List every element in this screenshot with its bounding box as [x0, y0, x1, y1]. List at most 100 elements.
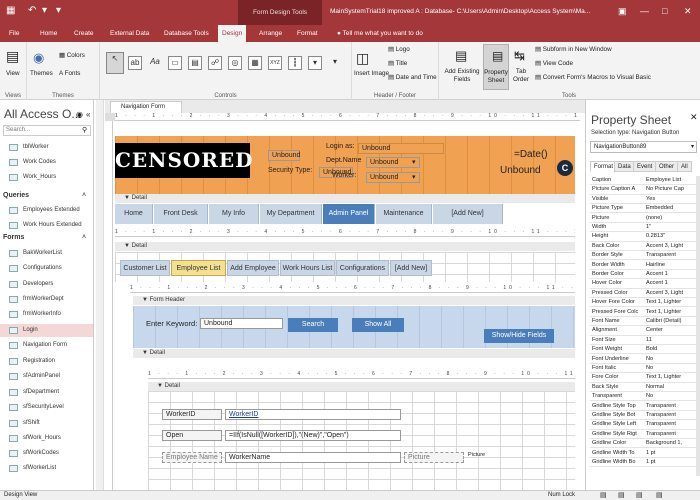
- property-value[interactable]: Accent 1: [646, 279, 696, 287]
- nav-pane-scrollbar[interactable]: [96, 100, 104, 490]
- convert-macros-button[interactable]: ▤ Convert Form's Macros to Visual Basic: [535, 74, 651, 81]
- undo-dropdown-icon[interactable]: ▾: [42, 5, 47, 16]
- unbound-field-right[interactable]: Unbound: [500, 165, 541, 176]
- nav-item[interactable]: Login: [0, 324, 93, 337]
- property-row[interactable]: Fore Color Text 1, Lighter: [590, 373, 697, 383]
- nav-item[interactable]: Work Hours Extended: [0, 219, 93, 232]
- property-value[interactable]: Text 1, Lighter: [646, 373, 696, 381]
- combo-box-icon[interactable]: ▾: [308, 56, 322, 70]
- property-value[interactable]: Center: [646, 326, 696, 334]
- navigation-control-icon[interactable]: ▦: [248, 56, 262, 70]
- save-icon[interactable]: ▦: [6, 5, 15, 16]
- nav-item[interactable]: sfWork_Hours: [0, 432, 93, 445]
- property-value[interactable]: Normal: [646, 383, 696, 391]
- add-existing-fields-button[interactable]: Add Existing Fields: [443, 68, 481, 84]
- tab-format[interactable]: Format: [293, 25, 322, 42]
- search-button[interactable]: Search: [288, 318, 338, 332]
- subform-new-window-button[interactable]: ▤ Subform in New Window: [535, 46, 612, 53]
- property-row[interactable]: Caption Employee List: [590, 176, 697, 186]
- subform-nav-button[interactable]: Add Employee: [227, 260, 279, 276]
- nav-button[interactable]: Home: [115, 204, 153, 224]
- button-control-icon[interactable]: ▭: [168, 56, 182, 70]
- property-row[interactable]: Border Width Hairline: [590, 261, 697, 270]
- open-expression-field[interactable]: =IIf(IsNull([WorkerID]),"(New)","Open"): [225, 430, 401, 441]
- property-row[interactable]: Gridline Style Top Transparent: [590, 402, 697, 411]
- nav-button[interactable]: Admin Panel: [323, 204, 375, 224]
- dept-dropdown-icon[interactable]: ▾: [412, 158, 416, 166]
- nav-button[interactable]: Maintenance: [376, 204, 432, 224]
- tab-file[interactable]: File: [5, 25, 23, 42]
- property-row[interactable]: Gridline Style Left Transparent: [590, 420, 697, 430]
- nav-search-input[interactable]: Search...: [3, 125, 91, 136]
- property-row[interactable]: Pressed Fore Colc Text 1, Lighter: [590, 308, 697, 317]
- property-value[interactable]: Employee List: [646, 176, 696, 184]
- nav-button[interactable]: [Add New]: [433, 204, 503, 224]
- subform-nav-button[interactable]: [Add New]: [390, 260, 432, 276]
- property-row[interactable]: Width 1": [590, 223, 697, 233]
- close-icon[interactable]: ✕: [684, 6, 692, 17]
- subform-nav-button[interactable]: Employee List: [171, 260, 226, 276]
- property-value[interactable]: Bold: [646, 345, 696, 353]
- workerid-field[interactable]: WorkerID: [225, 409, 401, 420]
- property-value[interactable]: No: [646, 364, 696, 372]
- property-row[interactable]: Picture Caption A No Picture Cap: [590, 185, 697, 195]
- nav-item[interactable]: Work_Hours: [0, 171, 93, 184]
- picture-label[interactable]: Picture: [404, 452, 464, 463]
- property-row[interactable]: Font Italic No: [590, 364, 697, 374]
- property-value[interactable]: Accent 1: [646, 270, 696, 278]
- form-header-bar[interactable]: ▼ Form Header: [133, 296, 575, 305]
- date-time-button[interactable]: ▤ Date and Time: [388, 74, 437, 81]
- property-value[interactable]: Text 1, Lighter: [646, 308, 696, 316]
- open-label[interactable]: Open: [162, 430, 222, 441]
- property-row[interactable]: Pressed Color Accent 3, Light: [590, 289, 697, 298]
- option-group-icon[interactable]: XYZ: [268, 56, 282, 70]
- nav-item[interactable]: sfSecurityLevel: [0, 401, 93, 414]
- select-pointer-icon[interactable]: ↖: [106, 52, 124, 74]
- property-row[interactable]: Gridline Width To 1 pt: [590, 449, 697, 458]
- nav-pane-title[interactable]: All Access O...: [4, 107, 81, 121]
- design-view-icon[interactable]: ▤: [656, 491, 663, 500]
- nav-item[interactable]: Employees Extended: [0, 204, 93, 217]
- tab-order-icon[interactable]: ↹: [514, 48, 525, 64]
- tab-design[interactable]: Design: [218, 25, 247, 42]
- tab-order-button[interactable]: Tab Order: [511, 68, 531, 84]
- subform-detail-bar[interactable]: ▼ Detail: [115, 242, 575, 251]
- form-view-icon[interactable]: ▤: [600, 491, 607, 500]
- property-value[interactable]: No Picture Cap: [646, 185, 696, 193]
- nav-section-queries[interactable]: Queries: [3, 192, 29, 199]
- nav-item[interactable]: sfWorkCodes: [0, 447, 93, 460]
- property-tab[interactable]: Format: [590, 161, 618, 172]
- property-row[interactable]: Font Underline No: [590, 355, 697, 364]
- property-value[interactable]: Embedded: [646, 204, 696, 212]
- property-value[interactable]: 1 pt: [646, 449, 696, 457]
- dept-name-label[interactable]: Dept.Name: [326, 157, 361, 164]
- nav-item[interactable]: Configurations: [0, 262, 93, 275]
- property-value[interactable]: Transparent: [646, 420, 696, 428]
- nav-item[interactable]: sfAdminPanel: [0, 370, 93, 383]
- section-collapse-icon[interactable]: ˄: [82, 234, 86, 241]
- tab-database-tools[interactable]: Database Tools: [160, 25, 213, 42]
- property-row[interactable]: Gridline Color Background 1,: [590, 439, 697, 449]
- property-row[interactable]: Gridline Width Bo 1 pt: [590, 458, 697, 468]
- property-row[interactable]: Back Style Normal: [590, 383, 697, 392]
- property-row[interactable]: Height 0.2813": [590, 232, 697, 242]
- undo-icon[interactable]: ↶: [28, 5, 36, 16]
- login-as-label[interactable]: Login as:: [326, 143, 354, 150]
- property-tab[interactable]: Event: [633, 161, 657, 172]
- nav-item[interactable]: sfShift: [0, 417, 93, 430]
- title-button[interactable]: ▤ Title: [388, 60, 407, 67]
- employee-name-label[interactable]: Employee Name: [162, 452, 222, 463]
- selection-dropdown[interactable]: NavigationButton89 ▾: [590, 141, 697, 153]
- property-row[interactable]: Font Name Calibri (Detail): [590, 317, 697, 327]
- tab-control-icon[interactable]: ▤: [188, 56, 202, 70]
- keyword-input[interactable]: Unbound: [200, 318, 283, 329]
- inner-detail-bar[interactable]: ▼ Detail: [148, 382, 575, 391]
- ruler-corner[interactable]: [105, 113, 115, 121]
- detail-section-bar[interactable]: ▼ Detail: [115, 194, 575, 203]
- property-row[interactable]: Font Size 11: [590, 336, 697, 345]
- security-type-label[interactable]: Security Type:: [268, 167, 312, 174]
- login-as-field[interactable]: Unbound: [358, 143, 444, 154]
- subform-nav-button[interactable]: Configurations: [336, 260, 389, 276]
- nav-pane-menu-icon[interactable]: ◉: [76, 110, 83, 119]
- property-row[interactable]: Transparent No: [590, 392, 697, 402]
